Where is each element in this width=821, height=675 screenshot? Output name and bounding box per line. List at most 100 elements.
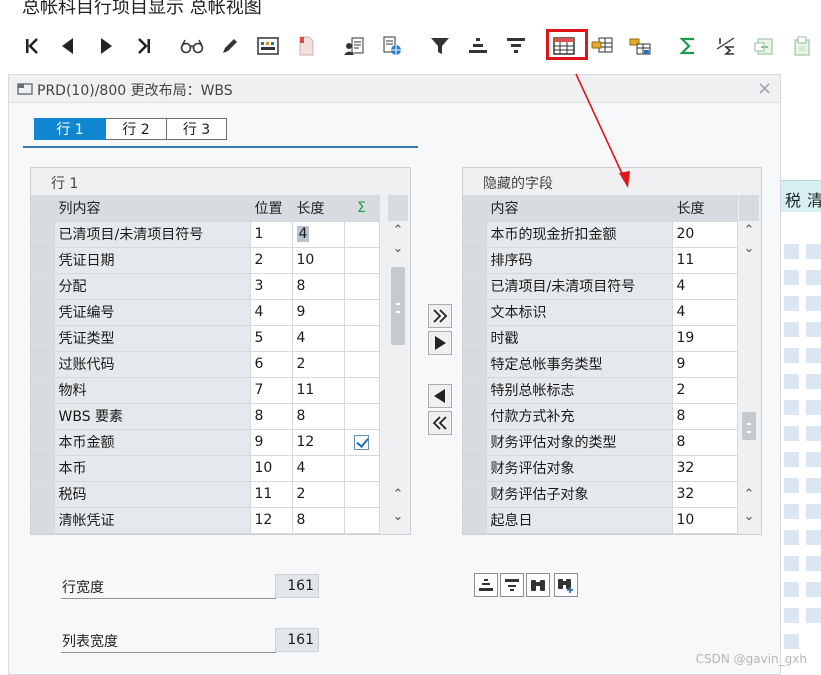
row-selector[interactable] [31,429,55,456]
display-button[interactable] [178,32,206,60]
scroll-up-icon[interactable]: ⌃ [739,223,759,238]
filter-button[interactable] [426,32,454,60]
scroll-thumb[interactable] [391,267,405,345]
row-selector[interactable] [31,351,55,378]
table-row[interactable]: 财务评估对象的类型 8 [463,429,738,456]
field-content-cell[interactable]: 财务评估对象的类型 [486,429,673,456]
field-content-cell[interactable]: 付款方式补充 [486,403,673,430]
position-cell[interactable]: 3 [250,273,293,300]
next-page-button[interactable] [92,32,120,60]
sum-cell[interactable] [344,273,380,300]
close-icon[interactable]: × [757,78,772,99]
field-content-cell[interactable]: 排序码 [486,247,673,274]
tab-row-3[interactable]: 行 3 [166,118,227,140]
column-content-cell[interactable]: WBS 要素 [54,403,251,430]
column-content-cell[interactable]: 分配 [54,273,251,300]
length-cell[interactable]: 4 [292,455,345,482]
length-cell[interactable]: 8 [672,429,738,456]
field-content-cell[interactable]: 已清项目/未清项目符号 [486,273,673,300]
column-header-length[interactable]: 长度 [292,195,345,222]
length-cell[interactable]: 19 [672,325,738,352]
row-selector[interactable] [463,299,487,326]
row-selector[interactable] [463,429,487,456]
move-all-right-button[interactable] [428,304,452,328]
field-content-cell[interactable]: 文本标识 [486,299,673,326]
table-row[interactable]: 本币的现金折扣金额 20 [463,221,738,248]
sum-cell[interactable] [344,247,380,274]
position-cell[interactable]: 10 [250,455,293,482]
field-content-cell[interactable]: 时戳 [486,325,673,352]
position-cell[interactable]: 11 [250,481,293,508]
previous-page-button[interactable] [54,32,82,60]
move-left-button[interactable] [428,384,452,408]
length-cell[interactable]: 20 [672,221,738,248]
length-cell[interactable]: 10 [292,247,345,274]
scroll-up-bottom-icon[interactable]: ⌃ [739,487,759,502]
length-cell[interactable]: 8 [292,403,345,430]
length-cell[interactable]: 12 [292,429,345,456]
scroll-up-bottom-icon[interactable]: ⌃ [388,487,408,502]
length-cell[interactable]: 9 [292,299,345,326]
field-content-cell[interactable]: 特别总帐标志 [486,377,673,404]
row-selector[interactable] [31,299,55,326]
row-selector[interactable] [463,351,487,378]
position-cell[interactable]: 2 [250,247,293,274]
settings-button[interactable] [254,32,282,60]
position-cell[interactable]: 1 [250,221,293,248]
tab-row-1[interactable]: 行 1 [34,118,106,140]
row-selector[interactable] [463,403,487,430]
row-selector[interactable] [463,507,487,534]
row-selector[interactable] [31,507,55,534]
row-selector[interactable] [463,325,487,352]
sum-cell[interactable] [344,377,380,404]
length-cell[interactable]: 8 [292,507,345,534]
sort-ascending-button[interactable] [464,32,492,60]
table-row[interactable]: 本币金额 9 12 [31,429,380,456]
column-header-content[interactable]: 列内容 [54,195,251,222]
table-row[interactable]: 财务评估对象 32 [463,455,738,482]
position-cell[interactable]: 6 [250,351,293,378]
table-row[interactable]: 清帐凭证 12 8 [31,507,380,534]
table-row[interactable]: 已清项目/未清项目符号 1 4 [31,221,380,248]
scroll-thumb[interactable] [742,412,756,440]
field-content-cell[interactable]: 财务评估子对象 [486,481,673,508]
import-button[interactable] [788,32,816,60]
table-row[interactable]: 文本标识 4 [463,299,738,326]
field-content-cell[interactable]: 起息日 [486,507,673,534]
position-cell[interactable]: 5 [250,325,293,352]
length-cell[interactable]: 4 [672,299,738,326]
row-selector[interactable] [463,481,487,508]
length-cell[interactable]: 32 [672,481,738,508]
column-header-sum[interactable]: Σ [344,195,380,222]
sum-cell[interactable] [344,299,380,326]
table-row[interactable]: 凭证编号 4 9 [31,299,380,326]
row-selector[interactable] [31,403,55,430]
row-selector[interactable] [31,325,55,352]
table-row[interactable]: 物料 7 11 [31,377,380,404]
column-content-cell[interactable]: 凭证类型 [54,325,251,352]
row-selector-header[interactable] [31,195,55,222]
scroll-down-icon[interactable]: ⌄ [739,241,759,256]
position-cell[interactable]: 4 [250,299,293,326]
row-selector[interactable] [463,273,487,300]
length-cell[interactable]: 2 [292,351,345,378]
table-row[interactable]: 分配 3 8 [31,273,380,300]
column-content-cell[interactable]: 本币金额 [54,429,251,456]
move-all-left-button[interactable] [428,411,452,435]
table-row[interactable]: 税码 11 2 [31,481,380,508]
right-table-scrollbar[interactable]: ⌃ ⌄ ⌃ ⌄ [739,195,759,533]
row-selector[interactable] [31,377,55,404]
length-cell[interactable]: 11 [292,377,345,404]
table-row[interactable]: 排序码 11 [463,247,738,274]
select-layout-button[interactable] [588,32,616,60]
length-cell[interactable]: 11 [672,247,738,274]
table-row[interactable]: 时戳 19 [463,325,738,352]
column-content-cell[interactable]: 税码 [54,481,251,508]
field-content-cell[interactable]: 本币的现金折扣金额 [486,221,673,248]
sum-cell[interactable] [344,507,380,534]
web-button[interactable] [378,32,406,60]
position-cell[interactable]: 12 [250,507,293,534]
sum-cell[interactable] [344,221,380,248]
table-row[interactable]: 特别总帐标志 2 [463,377,738,404]
document-button[interactable] [292,32,320,60]
